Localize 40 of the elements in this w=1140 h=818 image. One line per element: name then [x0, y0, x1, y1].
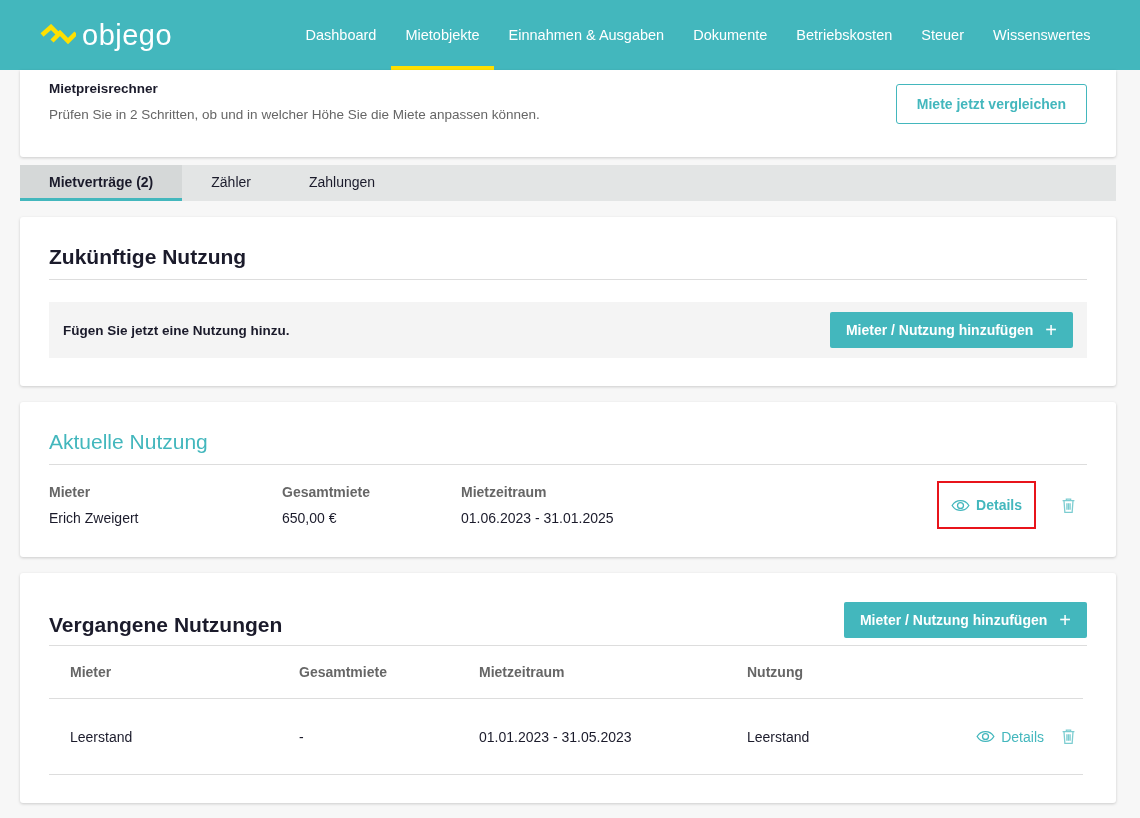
column-label: Mieter	[49, 484, 92, 500]
column-label: Mietzeitraum	[461, 484, 548, 500]
column-header: Gesamtmiete	[299, 664, 388, 680]
nav-link[interactable]: Betriebskosten	[781, 0, 907, 70]
section-title: Aktuelle Nutzung	[49, 402, 1087, 465]
compare-rent-button[interactable]: Miete jetzt vergleichen	[896, 84, 1087, 124]
section-title: Zukünftige Nutzung	[49, 217, 1087, 280]
logo-icon	[40, 24, 76, 46]
nav-link[interactable]: Wissenswertes	[978, 0, 1105, 70]
eye-icon	[951, 498, 971, 512]
table-cell-text: Leerstand	[70, 728, 134, 745]
table-cell-text: 01.06.2023 - 31.01.2025	[461, 510, 615, 526]
trash-icon[interactable]	[1062, 729, 1075, 744]
table-cell-text: Leerstand	[747, 728, 811, 745]
column-header: Mieter	[70, 664, 113, 680]
column-header: Nutzung	[747, 664, 804, 680]
section-title: Vergangene Nutzungen	[49, 613, 283, 638]
logo-text: objego	[82, 18, 173, 52]
column-label: Gesamtmiete	[282, 484, 371, 500]
column-header: Mietzeitraum	[479, 664, 566, 680]
tab[interactable]: Zahlungen	[279, 165, 405, 201]
add-tenant-button[interactable]: Mieter / Nutzung hinzufügen +	[829, 312, 1073, 348]
table-cell-text: 650,00 €	[282, 510, 338, 526]
add-tenant-button[interactable]: Mieter / Nutzung hinzufügen +	[843, 602, 1087, 638]
tab[interactable]: Zähler	[182, 165, 280, 201]
table-cell-text: 01.01.2023 - 31.05.2023	[479, 728, 633, 745]
trash-icon[interactable]	[1062, 497, 1075, 513]
nav-link[interactable]: Dokumente	[678, 0, 782, 70]
card-description: Prüfen Sie in 2 Schritten, ob und in welcher Höhe Sie die Miete anpassen können.	[49, 107, 540, 122]
eye-icon	[976, 730, 996, 743]
nav-link[interactable]: Steuer	[906, 0, 979, 70]
details-link[interactable]: Details	[937, 481, 1036, 529]
table-cell-text: -	[299, 728, 305, 745]
details-link[interactable]: Details	[974, 722, 1046, 751]
nav-link[interactable]: Dashboard	[291, 0, 391, 70]
table-cell-text: Erich Zweigert	[49, 510, 140, 526]
notice-text: Fügen Sie jetzt eine Nutzung hinzu.	[63, 322, 290, 338]
card-title: Mietpreisrechner	[49, 81, 159, 96]
nav-link[interactable]: Einnahmen & Ausgaben	[494, 0, 679, 70]
tab[interactable]: Mietverträge (2)	[20, 165, 183, 201]
